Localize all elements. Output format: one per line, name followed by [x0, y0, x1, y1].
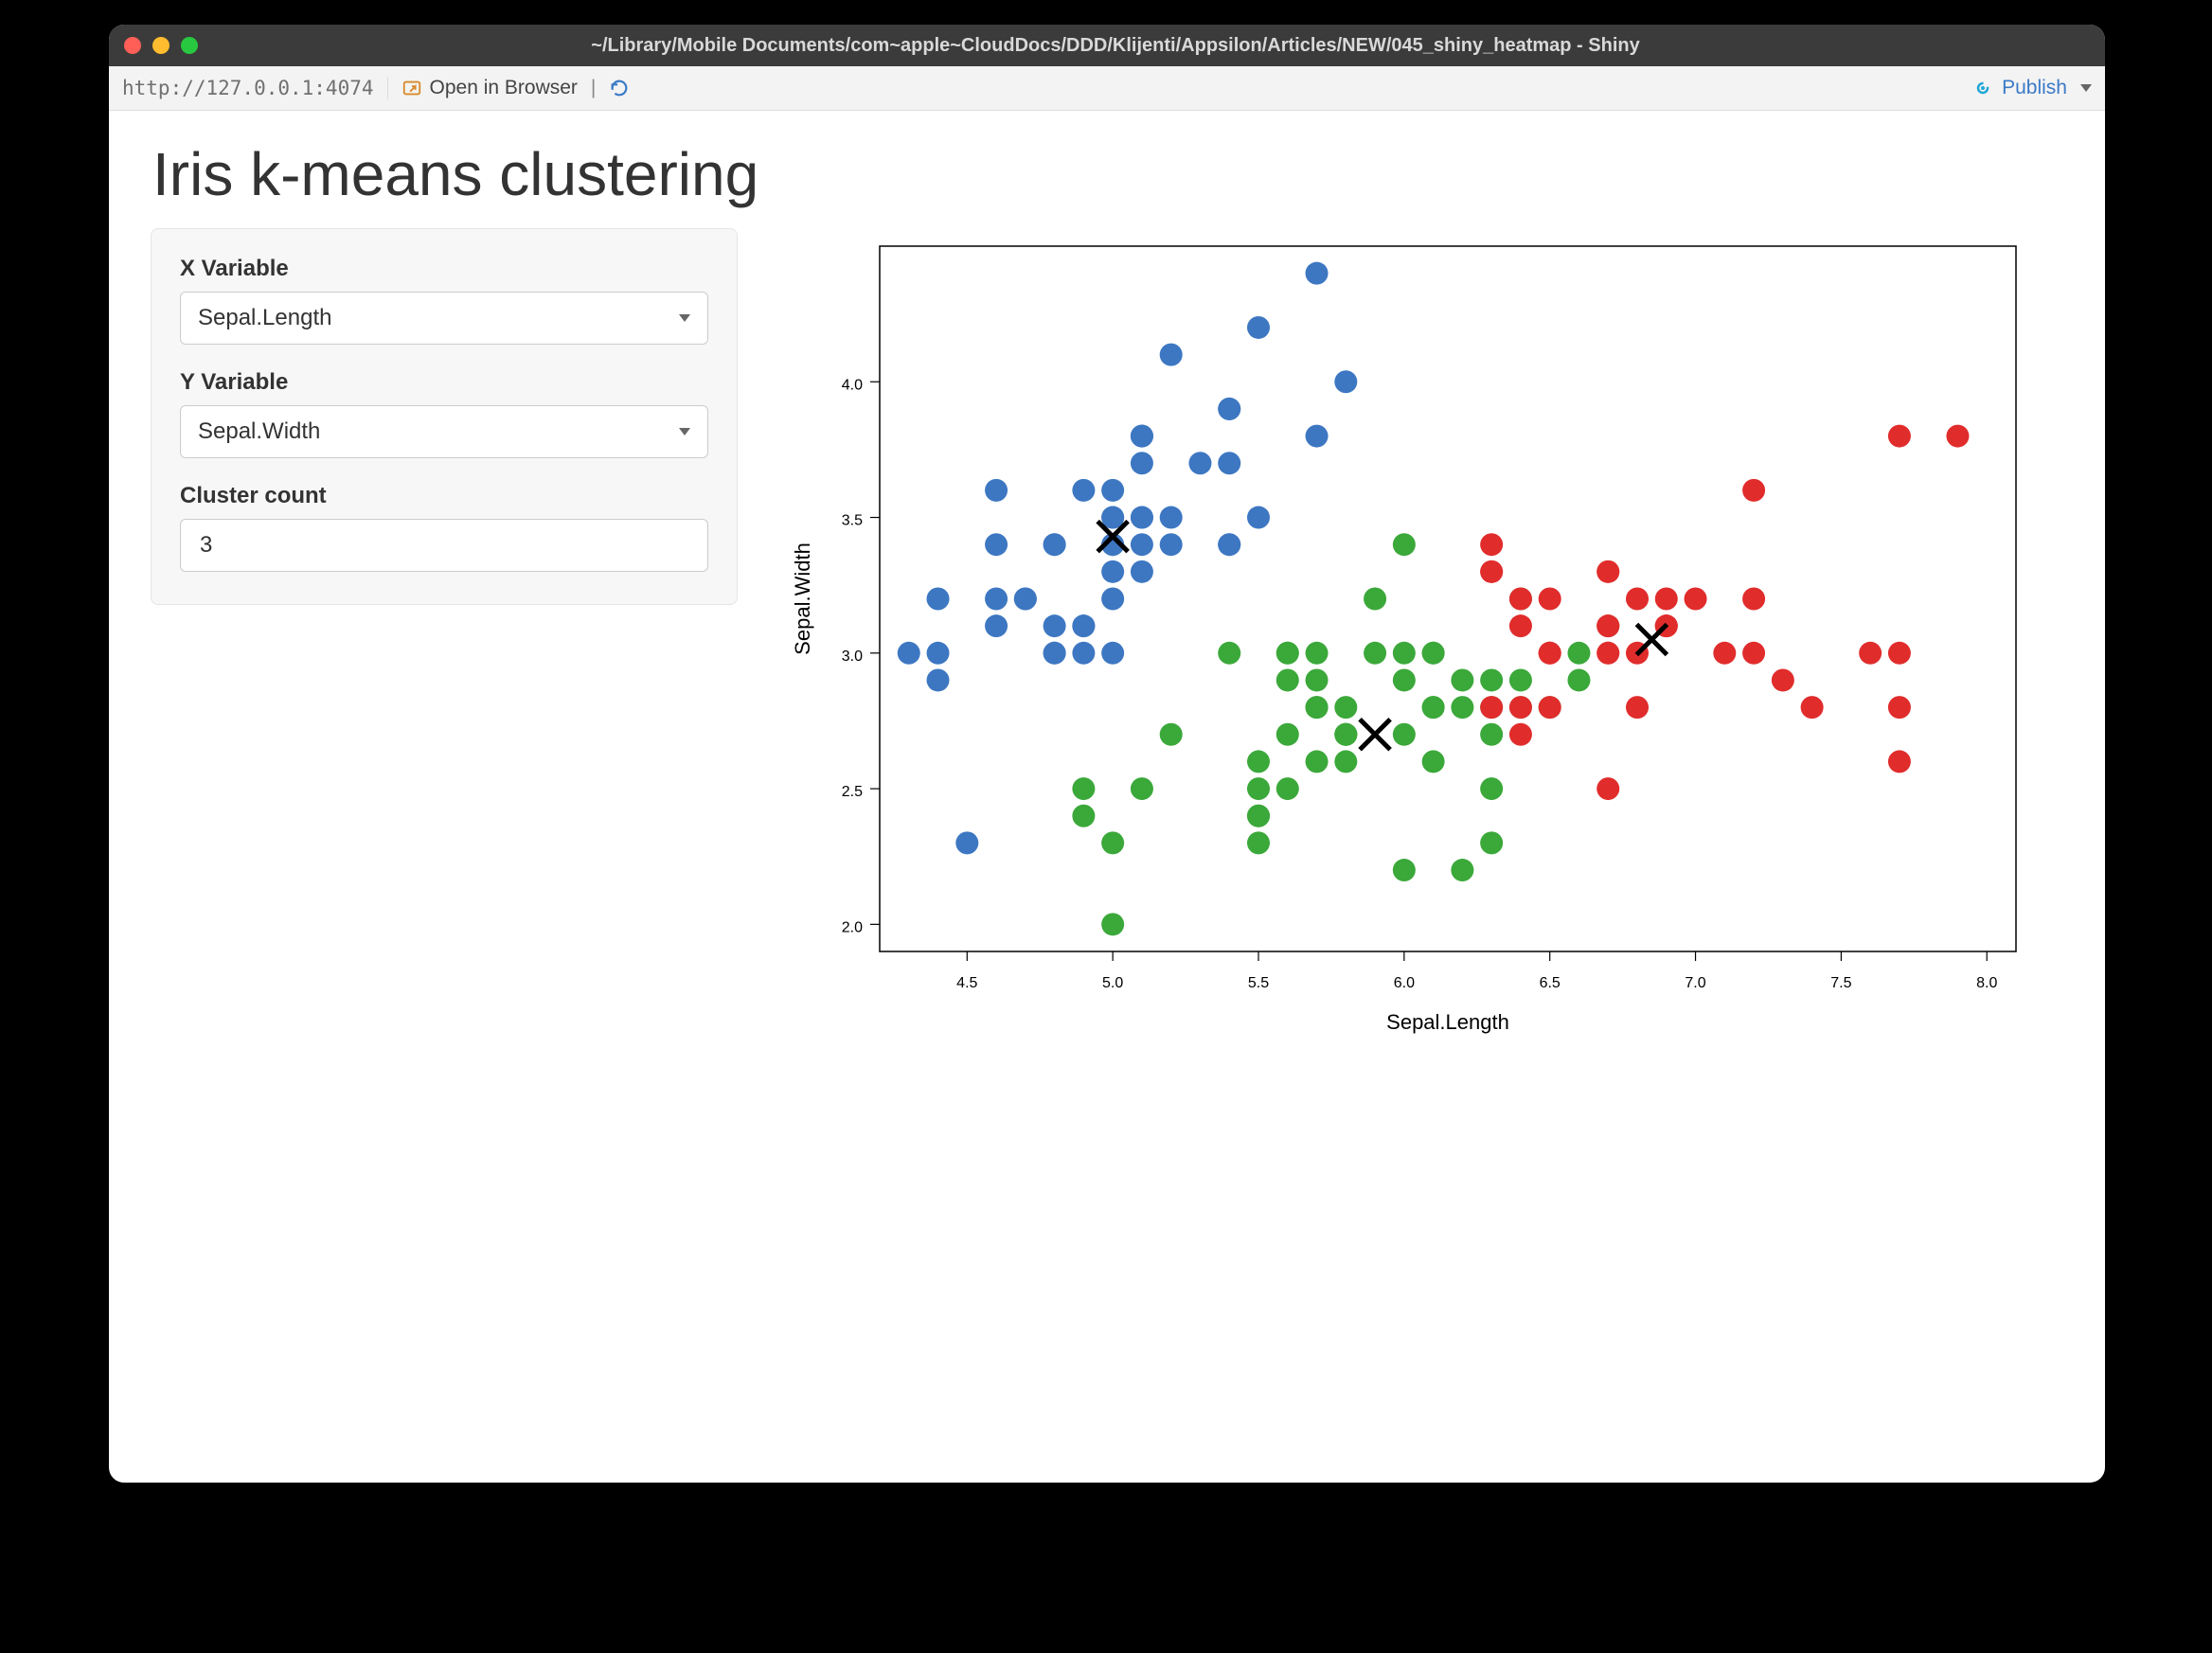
- publish-menu-caret[interactable]: [2080, 84, 2092, 92]
- svg-text:8.0: 8.0: [1976, 975, 1997, 991]
- chevron-down-icon: [679, 314, 690, 322]
- publish-label: Publish: [2002, 77, 2067, 99]
- address-bar[interactable]: http://127.0.0.1:4074: [122, 77, 388, 99]
- cluster-count-group: Cluster count: [180, 483, 708, 572]
- refresh-button[interactable]: [609, 78, 630, 98]
- zoom-icon[interactable]: [181, 37, 198, 54]
- plot-panel: 4.5 5.0 5.5 6.0 6.5 7.0 7.5 8.0 2.0 2.5 3.0 3.5 4.0 S…: [776, 228, 2063, 1056]
- svg-text:7.0: 7.0: [1685, 975, 1705, 991]
- svg-text:6.5: 6.5: [1540, 975, 1561, 991]
- open-in-browser-label: Open in Browser: [430, 77, 578, 99]
- open-in-browser-button[interactable]: Open in Browser: [401, 77, 578, 99]
- open-icon: [401, 78, 422, 98]
- traffic-lights: [124, 37, 198, 54]
- xvar-label: X Variable: [180, 256, 708, 282]
- svg-text:Sepal.Width: Sepal.Width: [791, 542, 814, 655]
- svg-text:2.0: 2.0: [842, 919, 863, 935]
- svg-text:4.5: 4.5: [956, 975, 977, 991]
- chevron-down-icon: [679, 428, 690, 435]
- scatter-plot: 4.5 5.0 5.5 6.0 6.5 7.0 7.5 8.0 2.0 2.5 3.0 3.5 4.0 S…: [776, 232, 2035, 1056]
- svg-text:3.5: 3.5: [842, 513, 863, 529]
- svg-text:7.5: 7.5: [1830, 975, 1851, 991]
- window-title: ~/Library/Mobile Documents/com~apple~Clo…: [209, 35, 2022, 57]
- window-titlebar: ~/Library/Mobile Documents/com~apple~Clo…: [109, 25, 2105, 66]
- svg-text:5.5: 5.5: [1248, 975, 1269, 991]
- refresh-icon: [609, 78, 630, 98]
- publish-icon: [1971, 77, 1994, 99]
- publish-button[interactable]: Publish: [1971, 77, 2067, 99]
- svg-text:3.0: 3.0: [842, 649, 863, 665]
- minimize-icon[interactable]: [152, 37, 169, 54]
- close-icon[interactable]: [124, 37, 141, 54]
- xvar-select[interactable]: Sepal.Length: [180, 292, 708, 345]
- yvar-select[interactable]: Sepal.Width: [180, 405, 708, 458]
- yvar-label: Y Variable: [180, 369, 708, 396]
- cluster-count-input[interactable]: [180, 519, 708, 572]
- cluster-count-field[interactable]: [198, 531, 690, 560]
- cluster-count-label: Cluster count: [180, 483, 708, 509]
- svg-text:5.0: 5.0: [1102, 975, 1123, 991]
- toolbar: http://127.0.0.1:4074 Open in Browser | …: [109, 66, 2105, 111]
- page-title: Iris k-means clustering: [152, 139, 2063, 209]
- sidebar-panel: X Variable Sepal.Length Y Variable Sepal…: [151, 228, 738, 605]
- svg-text:Sepal.Length: Sepal.Length: [1386, 1010, 1509, 1034]
- yvar-group: Y Variable Sepal.Width: [180, 369, 708, 458]
- yvar-value: Sepal.Width: [198, 418, 320, 445]
- svg-text:6.0: 6.0: [1394, 975, 1415, 991]
- xvar-group: X Variable Sepal.Length: [180, 256, 708, 345]
- app-window: ~/Library/Mobile Documents/com~apple~Clo…: [109, 25, 2105, 1483]
- svg-text:4.0: 4.0: [842, 377, 863, 393]
- xvar-value: Sepal.Length: [198, 305, 331, 331]
- page-content: Iris k-means clustering X Variable Sepal…: [109, 111, 2105, 1084]
- svg-text:2.5: 2.5: [842, 784, 863, 800]
